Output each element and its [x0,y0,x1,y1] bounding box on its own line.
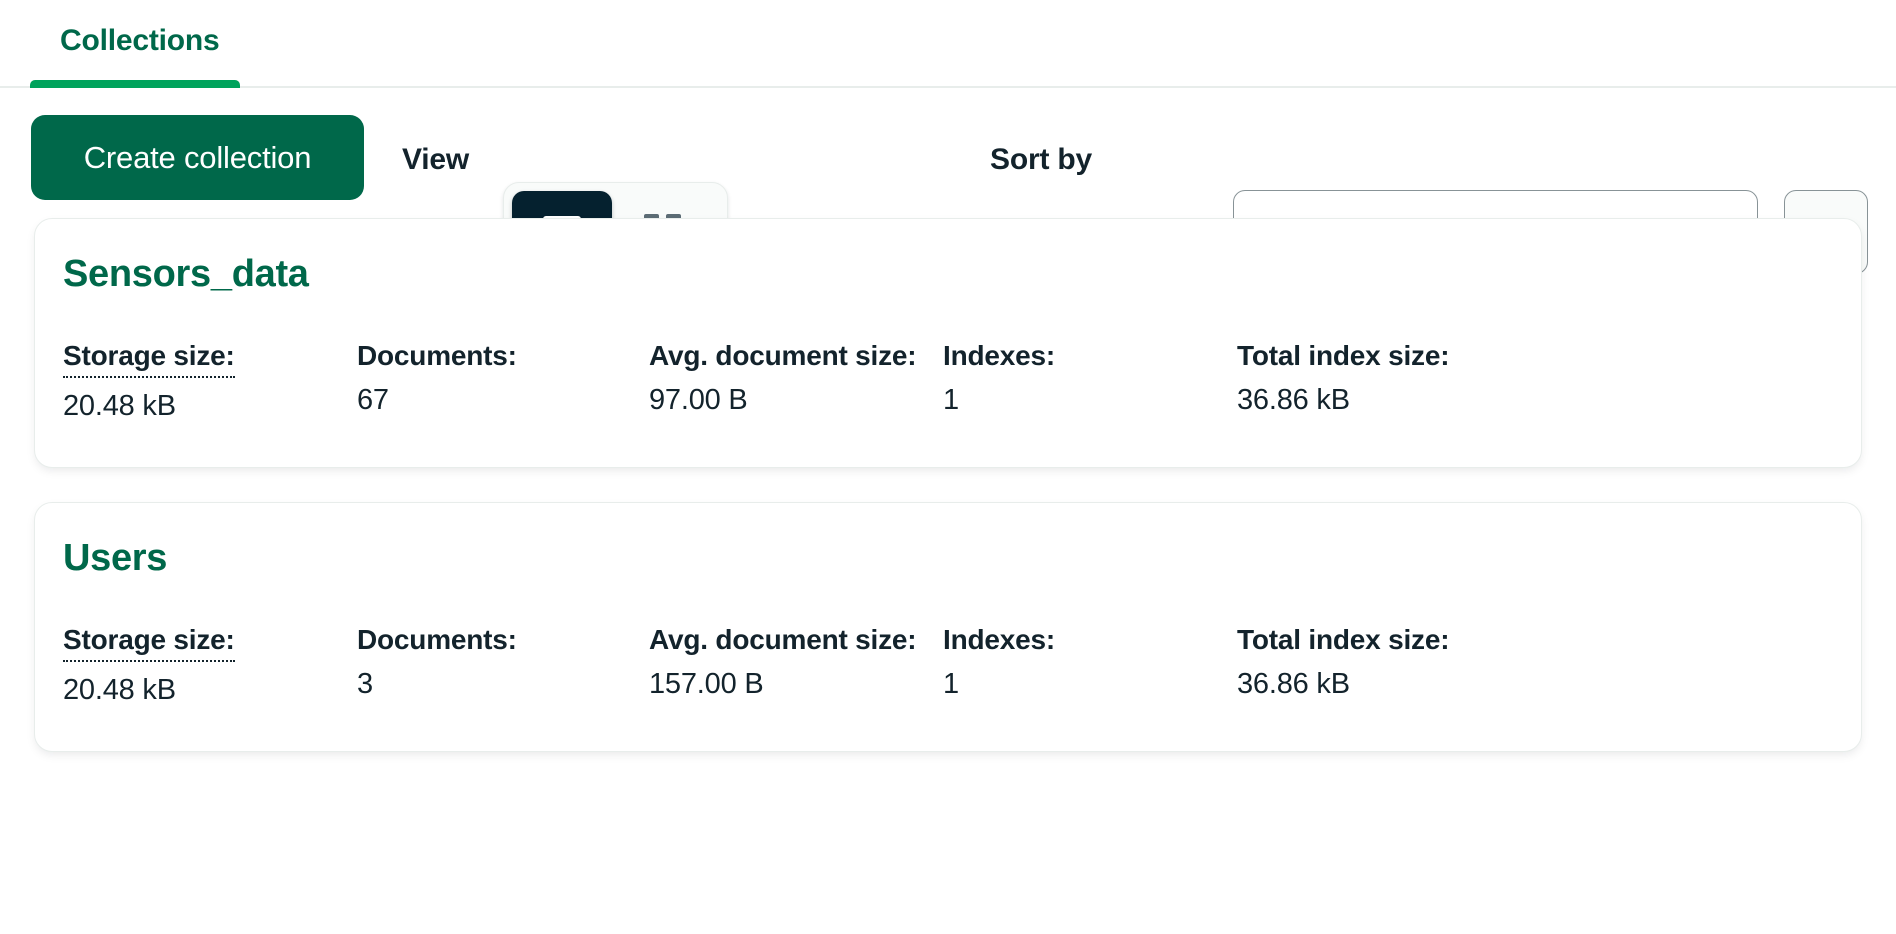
stat-indexes-label: Indexes: [943,340,1055,371]
stat-total-index-size-value: 36.86 kB [1237,384,1350,416]
stat-storage-size-value: 20.48 kB [63,674,176,706]
stat-documents-label: Documents: [357,340,517,371]
stat-avg-document-size-value: 157.00 B [649,668,764,700]
create-collection-button[interactable]: Create collection [31,115,364,200]
stat-avg-document-size-label: Avg. document size: [649,624,917,655]
collection-name[interactable]: Users [63,537,1861,580]
stat-total-index-size: Total index size: 36.86 kB [1237,624,1537,707]
stat-storage-size-label[interactable]: Storage size: [63,340,235,378]
stat-total-index-size-label: Total index size: [1237,340,1450,371]
tab-collections[interactable]: Collections [30,0,250,88]
stat-avg-document-size: Avg. document size: 97.00 B [649,340,943,423]
stat-storage-size-value: 20.48 kB [63,390,176,422]
collections-list: Sensors_data Storage size: 20.48 kB Docu… [0,218,1896,752]
collection-stats: Storage size: 20.48 kB Documents: 67 Avg… [63,340,1861,423]
stat-indexes-value: 1 [943,668,959,700]
stat-indexes-label: Indexes: [943,624,1055,655]
stat-documents: Documents: 67 [357,340,649,423]
collection-card[interactable]: Sensors_data Storage size: 20.48 kB Docu… [34,218,1862,468]
sort-by-label: Sort by [990,143,1092,176]
stat-avg-document-size-value: 97.00 B [649,384,748,416]
stat-avg-document-size: Avg. document size: 157.00 B [649,624,943,707]
stat-documents-label: Documents: [357,624,517,655]
stat-total-index-size-label: Total index size: [1237,624,1450,655]
stat-documents-value: 3 [357,668,373,700]
stat-indexes: Indexes: 1 [943,340,1237,423]
view-label: View [402,143,470,176]
toolbar: Create collection View Sort by Collectio… [0,88,1896,282]
stat-avg-document-size-label: Avg. document size: [649,340,917,371]
tab-bar: Collections [0,0,1896,88]
collection-stats: Storage size: 20.48 kB Documents: 3 Avg.… [63,624,1861,707]
stat-storage-size: Storage size: 20.48 kB [63,624,357,707]
stat-total-index-size-value: 36.86 kB [1237,668,1350,700]
stat-storage-size: Storage size: 20.48 kB [63,340,357,423]
tab-active-indicator [30,80,240,88]
stat-indexes-value: 1 [943,384,959,416]
tab-collections-label: Collections [60,24,220,57]
stat-total-index-size: Total index size: 36.86 kB [1237,340,1537,423]
stat-documents-value: 67 [357,384,389,416]
stat-storage-size-label[interactable]: Storage size: [63,624,235,662]
collection-card[interactable]: Users Storage size: 20.48 kB Documents: … [34,502,1862,752]
collection-name[interactable]: Sensors_data [63,253,1861,296]
stat-documents: Documents: 3 [357,624,649,707]
stat-indexes: Indexes: 1 [943,624,1237,707]
